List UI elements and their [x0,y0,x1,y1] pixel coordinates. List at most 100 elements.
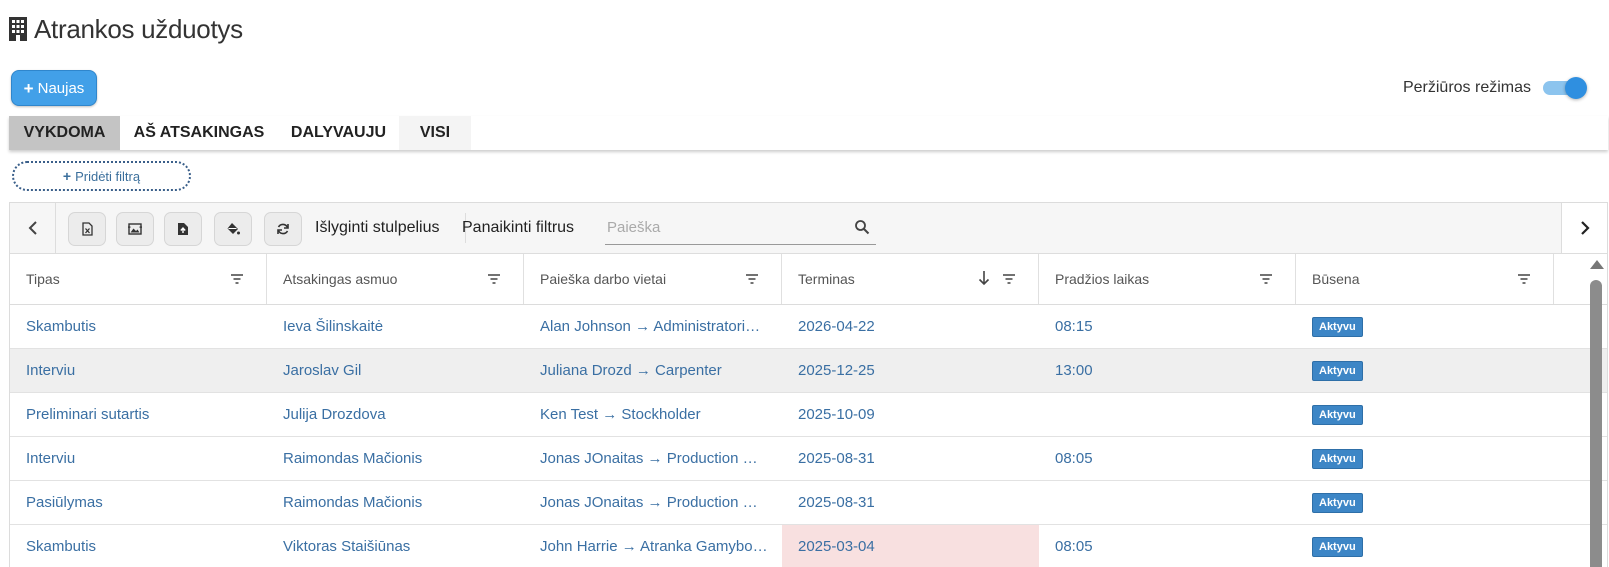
status-badge: Aktyvu [1312,448,1363,469]
cell-text: Ieva Šilinskaitė [283,318,384,335]
file-export-icon [178,223,188,235]
tab-bar-filler [471,116,1608,150]
add-filter-button[interactable]: + Pridėti filtrą [12,161,191,191]
cell-tipas[interactable]: Skambutis [10,305,267,348]
tab-visi[interactable]: VISI [399,116,471,150]
cell-laikas[interactable]: 08:05 [1039,525,1296,567]
cell-text: Jonas JOnaitas → Production … [540,450,758,467]
view-mode-toggle[interactable] [1543,77,1587,99]
chevron-left-icon [28,221,37,235]
cell-paieska[interactable]: Alan Johnson → Administratori… [524,305,782,348]
cell-asmuo[interactable]: Raimondas Mačionis [267,437,524,480]
cell-tipas[interactable]: Skambutis [10,525,267,567]
cell-terminas[interactable]: 2025-08-31 [782,481,1039,524]
scroll-right-button[interactable] [1561,203,1607,253]
data-grid: Išlyginti stulpelius Panaikinti filtrus … [9,202,1608,567]
table-row[interactable]: Skambutis Ieva Šilinskaitė Alan Johnson → … [10,305,1607,349]
scroll-left-button[interactable] [10,203,56,253]
cell-laikas[interactable]: 08:05 [1039,437,1296,480]
fill-color-button[interactable] [214,212,252,246]
view-mode-label: Peržiūros režimas [1402,79,1531,96]
tab-dalyvauju[interactable]: DALYVAUJU [278,116,399,150]
column-header-pradzios-laikas[interactable]: Pradžios laikas [1039,254,1296,304]
tab-bar: VYKDOMA AŠ ATSAKINGAS DALYVAUJU VISI [9,116,1608,150]
chevron-right-icon [1580,221,1590,235]
cell-text: Pasiūlymas [26,494,103,511]
table-row[interactable]: Skambutis Viktoras Staišiūnas John Harrie … [10,525,1607,567]
tab-vykdoma[interactable]: VYKDOMA [9,116,120,150]
cell-tipas[interactable]: Interviu [10,349,267,392]
column-header-paieska[interactable]: Paieška darbo vietai [524,254,782,304]
filter-icon[interactable] [745,272,759,286]
plus-icon: + [62,168,72,184]
refresh-icon [277,223,289,235]
cell-text: 2025-12-25 [798,362,875,379]
filter-icon[interactable] [487,272,501,286]
cell-paieska[interactable]: Ken Test → Stockholder [524,393,782,436]
cell-asmuo[interactable]: Ieva Šilinskaitė [267,305,524,348]
cell-laikas[interactable] [1039,393,1296,436]
cell-text: John Harrie → Atranka Gamybo… [540,538,768,555]
new-button[interactable]: + Naujas [11,70,97,106]
cell-paieska[interactable]: Jonas JOnaitas → Production … [524,437,782,480]
search-input[interactable] [605,219,845,236]
align-columns-button[interactable]: Išlyginti stulpelius [315,203,440,253]
vertical-scrollbar[interactable] [1590,254,1604,567]
cell-text: 2025-03-04 [798,538,875,555]
cell-terminas[interactable]: 2025-10-09 [782,393,1039,436]
filter-icon[interactable] [1259,272,1273,286]
filter-icon[interactable] [230,272,244,286]
column-header-terminas[interactable]: Terminas [782,254,1039,304]
scroll-up-arrow-icon[interactable] [1590,260,1604,269]
export-excel-button[interactable] [68,212,106,246]
export-image-button[interactable] [116,212,154,246]
cell-text: Preliminari sutartis [26,406,150,423]
cell-terminas[interactable]: 2025-12-25 [782,349,1039,392]
table-row[interactable]: Pasiūlymas Raimondas Mačionis Jonas JOnait… [10,481,1607,525]
cell-terminas[interactable]: 2026-04-22 [782,305,1039,348]
cell-asmuo[interactable]: Viktoras Staišiūnas [267,525,524,567]
cell-asmuo[interactable]: Raimondas Mačionis [267,481,524,524]
cell-paieska[interactable]: Juliana Drozd → Carpenter [524,349,782,392]
image-export-icon [128,223,142,235]
sort-down-arrow-icon[interactable] [978,270,990,286]
view-mode-control: Peržiūros režimas [1403,74,1587,102]
filter-icon[interactable] [1517,272,1531,286]
cell-text: 08:05 [1055,450,1093,467]
tab-as-atsakingas[interactable]: AŠ ATSAKINGAS [120,116,278,150]
table-body: Skambutis Ieva Šilinskaitė Alan Johnson → … [10,305,1607,567]
cell-laikas[interactable]: 13:00 [1039,349,1296,392]
table-row[interactable]: Interviu Jaroslav Gil Juliana Drozd → Carp… [10,349,1607,393]
filter-icon[interactable] [1002,272,1016,286]
cell-laikas[interactable] [1039,481,1296,524]
table-header: Tipas Atsakingas asmuo Paieška darbo vie… [10,254,1607,305]
clear-filters-button[interactable]: Panaikinti filtrus [462,203,574,253]
table-row[interactable]: Interviu Raimondas Mačionis Jonas JOnaitas… [10,437,1607,481]
cell-paieska[interactable]: Jonas JOnaitas → Production … [524,481,782,524]
status-badge: Aktyvu [1312,316,1363,337]
search-icon[interactable] [854,219,870,235]
cell-busena: Aktyvu [1296,305,1554,348]
column-header-atsakingas-asmuo[interactable]: Atsakingas asmuo [267,254,524,304]
cell-tipas[interactable]: Pasiūlymas [10,481,267,524]
cell-text: 2025-08-31 [798,450,875,467]
column-header-label: Paieška darbo vietai [540,271,667,287]
scrollbar-thumb[interactable] [1590,280,1602,567]
cell-text: Raimondas Mačionis [283,450,423,467]
column-header-busena[interactable]: Būsena [1296,254,1554,304]
export-file-button[interactable] [164,212,202,246]
cell-asmuo[interactable]: Julija Drozdova [267,393,524,436]
refresh-button[interactable] [264,212,302,246]
building-icon [9,17,27,41]
cell-laikas[interactable]: 08:15 [1039,305,1296,348]
cell-text: Raimondas Mačionis [283,494,423,511]
cell-terminas[interactable]: 2025-08-31 [782,437,1039,480]
grid-toolbar: Išlyginti stulpelius Panaikinti filtrus [10,203,1607,254]
cell-tipas[interactable]: Interviu [10,437,267,480]
cell-asmuo[interactable]: Jaroslav Gil [267,349,524,392]
cell-paieska[interactable]: John Harrie → Atranka Gamybo… [524,525,782,567]
table-row[interactable]: Preliminari sutartis Julija Drozdova Ken T… [10,393,1607,437]
cell-terminas[interactable]: 2025-03-04 [782,525,1039,567]
column-header-tipas[interactable]: Tipas [10,254,267,304]
cell-tipas[interactable]: Preliminari sutartis [10,393,267,436]
